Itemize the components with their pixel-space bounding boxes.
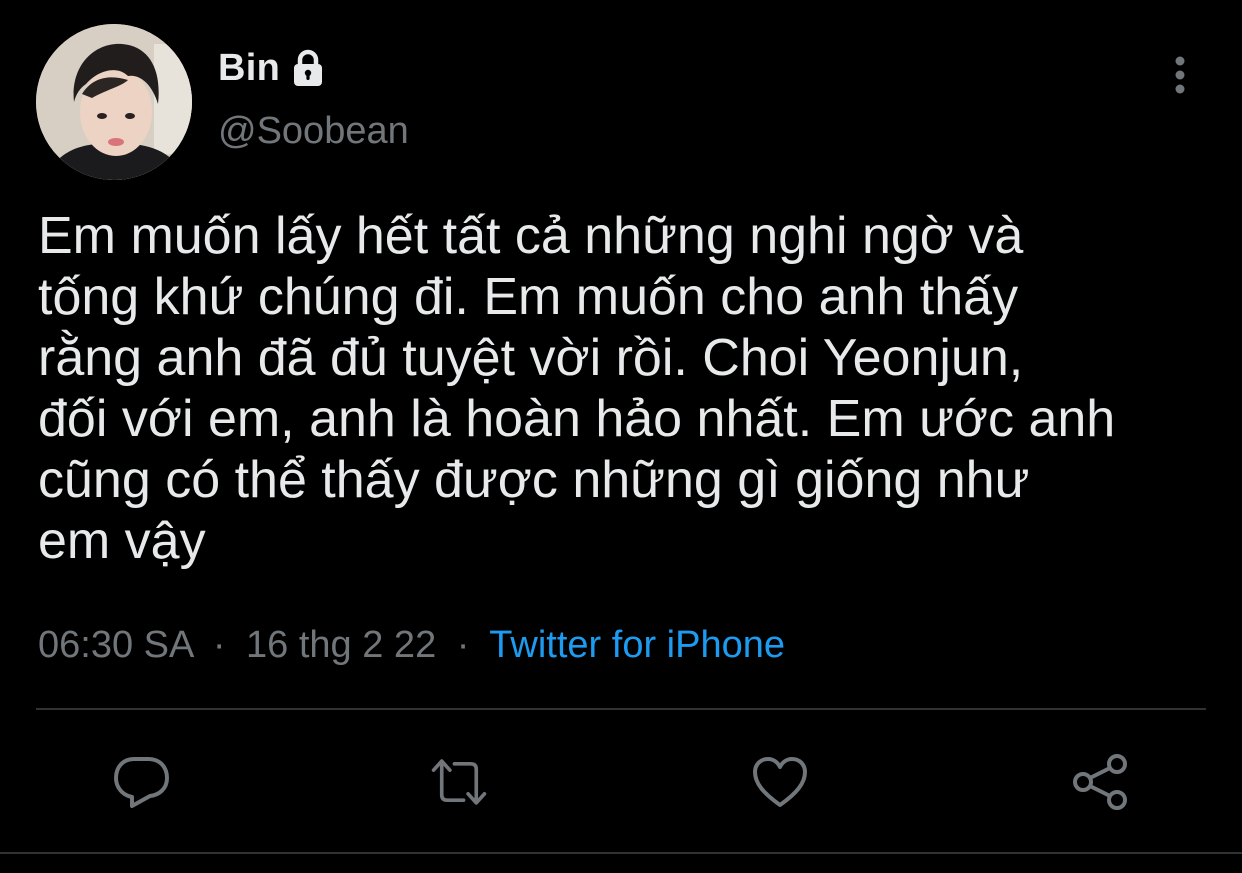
meta-separator: · xyxy=(212,624,226,666)
tweet-meta: 06:30 SA · 16 thg 2 22 · Twitter for iPh… xyxy=(38,624,785,667)
meta-separator: · xyxy=(456,624,470,666)
tweet-text: Em muốn lấy hết tất cả những nghi ngờ và… xyxy=(38,207,1116,570)
more-vertical-icon xyxy=(1175,56,1185,94)
avatar-photo xyxy=(36,24,192,180)
more-options-button[interactable] xyxy=(1160,52,1200,98)
share-icon xyxy=(1073,754,1127,810)
divider xyxy=(36,708,1206,710)
lock-icon xyxy=(288,48,328,88)
tweet-source-link[interactable]: Twitter for iPhone xyxy=(489,624,785,666)
retweet-button[interactable] xyxy=(429,752,489,812)
author-handle[interactable]: @Soobean xyxy=(218,110,409,153)
author-name-row[interactable]: Bin xyxy=(218,42,328,94)
reply-button[interactable] xyxy=(111,752,171,812)
like-button[interactable] xyxy=(750,752,810,812)
retweet-icon xyxy=(431,759,487,805)
tweet-date[interactable]: 16 thg 2 22 xyxy=(246,624,436,666)
reply-icon xyxy=(114,757,169,808)
tweet-time[interactable]: 06:30 SA xyxy=(38,624,192,666)
share-button[interactable] xyxy=(1070,752,1130,812)
avatar[interactable] xyxy=(36,24,192,180)
divider xyxy=(0,852,1242,854)
heart-icon xyxy=(753,757,807,807)
author-display-name[interactable]: Bin xyxy=(218,47,280,90)
